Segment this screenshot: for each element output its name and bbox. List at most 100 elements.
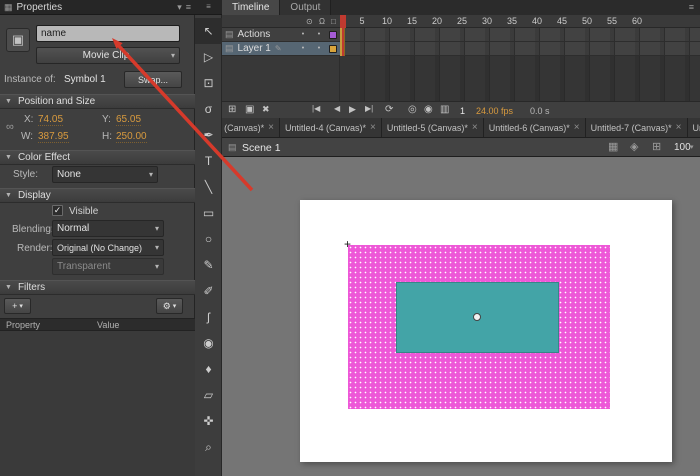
layer-name[interactable]: Actions (238, 29, 271, 40)
panel-menu-icon[interactable]: ≡ (206, 3, 211, 11)
filter-options-button[interactable]: ⚙ ▾ (156, 298, 183, 314)
pen-tool[interactable]: ✒ (195, 122, 222, 148)
section-color-effect[interactable]: ▼ Color Effect (0, 150, 195, 165)
loop-icon[interactable]: ⟳ (385, 105, 393, 115)
section-position-size[interactable]: ▼ Position and Size (0, 94, 195, 109)
frame-number[interactable]: 55 (604, 16, 620, 26)
play-icon[interactable]: ▶ (349, 105, 356, 114)
frame-number[interactable]: 60 (629, 16, 645, 26)
goto-first-frame-icon[interactable]: |◀ (312, 105, 320, 113)
layer-frames-actions[interactable] (340, 28, 700, 42)
h-value[interactable]: 250.00 (116, 131, 147, 143)
new-layer-icon[interactable]: ⊞ (228, 105, 236, 115)
frame-rate-value[interactable]: 24.00 fps (476, 106, 513, 116)
edit-scene-icon[interactable]: ▦ (608, 142, 618, 153)
frame-number[interactable]: 25 (454, 16, 470, 26)
y-value[interactable]: 65.05 (116, 114, 141, 126)
layer-lock-dot[interactable]: • (313, 31, 325, 38)
bone-tool[interactable]: ʃ (195, 304, 222, 330)
layer-row-layer1[interactable]: ▤ Layer 1 ✎ • • (222, 42, 700, 56)
pencil-tool[interactable]: ✎ (195, 252, 222, 278)
eye-icon[interactable]: ⊙ (306, 17, 313, 26)
layer-visibility-dot[interactable]: • (297, 31, 309, 38)
oval-tool[interactable]: ○ (195, 226, 222, 252)
style-dropdown[interactable]: None ▾ (52, 166, 158, 183)
subselection-tool[interactable]: ▷ (195, 44, 222, 70)
close-icon[interactable]: × (268, 122, 274, 133)
lock-icon[interactable]: Ω (319, 17, 325, 26)
layer-color-chip[interactable] (329, 31, 337, 39)
frame-number[interactable]: 15 (404, 16, 420, 26)
constrain-link-icon[interactable]: ∞ (6, 122, 14, 133)
tab-output[interactable]: Output (280, 0, 331, 15)
frame-number[interactable]: 45 (554, 16, 570, 26)
document-tab[interactable]: Untitled-6 (Canvas)* × (484, 118, 586, 137)
selection-tool[interactable]: ↖ (195, 18, 222, 44)
filters-list[interactable] (0, 331, 195, 476)
step-forward-icon[interactable]: ▶| (365, 105, 373, 113)
swap-button[interactable]: Swap... (124, 71, 182, 88)
line-tool[interactable]: ╲ (195, 174, 222, 200)
layer-lock-dot[interactable]: • (313, 45, 325, 52)
rectangle-tool[interactable]: ▭ (195, 200, 222, 226)
panel-menu-icon[interactable]: ≡ (186, 3, 191, 12)
frame-number[interactable]: 50 (579, 16, 595, 26)
edit-symbols-icon[interactable]: ◈ (630, 142, 638, 153)
transformation-point[interactable] (473, 313, 481, 321)
document-tab[interactable]: (Canvas)* × (222, 118, 280, 137)
frame-number[interactable]: 35 (504, 16, 520, 26)
close-icon[interactable]: × (574, 122, 580, 133)
free-transform-tool[interactable]: ⊡ (195, 70, 222, 96)
frame-number[interactable]: 10 (379, 16, 395, 26)
chevron-down-icon[interactable]: ▾ (177, 3, 182, 12)
lasso-tool[interactable]: σ (195, 96, 222, 122)
blending-dropdown[interactable]: Normal ▾ (52, 220, 164, 237)
instance-name-input[interactable] (36, 25, 180, 42)
close-icon[interactable]: × (472, 122, 478, 133)
frame-number[interactable]: 40 (529, 16, 545, 26)
visible-checkbox[interactable]: ✓ (52, 205, 63, 216)
onion-skin-outlines-icon[interactable]: ◉ (424, 105, 433, 115)
frame-number[interactable]: 20 (429, 16, 445, 26)
delete-layer-icon[interactable]: ✖ (262, 105, 270, 114)
playhead[interactable] (340, 15, 346, 28)
document-tab[interactable]: Untitled-7 (Canvas)* × (586, 118, 688, 137)
paint-bucket-tool[interactable]: ◉ (195, 330, 222, 356)
layer-color-chip[interactable] (329, 45, 337, 53)
hand-tool[interactable]: ✜ (195, 408, 222, 434)
text-tool[interactable]: T (195, 148, 222, 174)
onion-skin-icon[interactable]: ◎ (408, 105, 417, 115)
document-tab[interactable]: Untitled-4 (Canvas)* × (280, 118, 382, 137)
symbol-type-dropdown[interactable]: Movie Clip ▾ (36, 47, 180, 64)
stage-pasteboard[interactable]: + (222, 157, 700, 476)
zoom-level-value[interactable]: 100 (674, 142, 691, 153)
layer-row-actions[interactable]: ▤ Actions • • (222, 28, 700, 42)
section-display[interactable]: ▼ Display (0, 188, 195, 203)
brush-tool[interactable]: ✐ (195, 278, 222, 304)
edit-multiple-frames-icon[interactable]: ▥ (440, 105, 449, 115)
new-folder-icon[interactable]: ▣ (245, 105, 254, 115)
section-filters[interactable]: ▼ Filters (0, 280, 195, 295)
document-tab[interactable]: Untitled-5 (Canvas)* × (382, 118, 484, 137)
frame-number[interactable]: 5 (354, 16, 370, 26)
layer-name[interactable]: Layer 1 (238, 43, 271, 54)
eyedropper-tool[interactable]: ♦ (195, 356, 222, 382)
step-back-icon[interactable]: ◀ (334, 105, 340, 113)
add-filter-button[interactable]: + ▾ (4, 298, 31, 314)
frame-number[interactable]: 30 (479, 16, 495, 26)
scene-breadcrumb[interactable]: Scene 1 (242, 142, 281, 154)
layer-visibility-dot[interactable]: • (297, 45, 309, 52)
tab-timeline[interactable]: Timeline (222, 0, 280, 15)
close-icon[interactable]: × (676, 122, 682, 133)
zoom-tool[interactable]: ⌕ (195, 434, 222, 460)
eraser-tool[interactable]: ▱ (195, 382, 222, 408)
timeline-ruler[interactable]: ⊙ Ω □ 1 5 10 15 20 25 30 35 40 45 50 55 … (222, 15, 700, 28)
x-value[interactable]: 74.05 (38, 114, 63, 126)
center-stage-icon[interactable]: ⊞ (652, 142, 661, 153)
layer-frames-layer1[interactable] (340, 42, 700, 56)
w-value[interactable]: 387.95 (38, 131, 69, 143)
render-dropdown[interactable]: Original (No Change) ▾ (52, 239, 164, 256)
chevron-down-icon[interactable]: ▾ (690, 144, 694, 151)
document-tab[interactable]: Untitled-8 (Canva (688, 118, 700, 137)
close-icon[interactable]: × (370, 122, 376, 133)
